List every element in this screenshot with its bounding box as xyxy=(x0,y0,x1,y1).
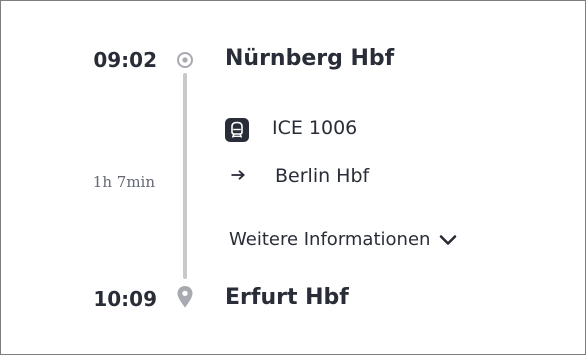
ice-train-icon xyxy=(225,118,249,142)
journey-details-card: 09:02 Nürnberg Hbf 1h 7min ICE 1006 Berl… xyxy=(0,0,586,355)
location-pin-icon xyxy=(176,285,194,309)
arrival-station: Erfurt Hbf xyxy=(225,285,349,310)
departure-time: 09:02 xyxy=(93,48,157,72)
arrow-right-icon xyxy=(230,167,246,187)
arrival-time: 10:09 xyxy=(93,287,157,311)
train-name: ICE 1006 xyxy=(272,117,358,139)
departure-station: Nürnberg Hbf xyxy=(225,46,395,71)
circle-dot-icon xyxy=(176,51,194,69)
route-line xyxy=(183,73,187,279)
travel-duration: 1h 7min xyxy=(92,173,155,191)
more-info-label: Weitere Informationen xyxy=(229,229,431,250)
chevron-down-icon xyxy=(439,234,457,246)
train-direction: Berlin Hbf xyxy=(275,165,370,187)
more-info-toggle[interactable]: Weitere Informationen xyxy=(229,229,457,250)
